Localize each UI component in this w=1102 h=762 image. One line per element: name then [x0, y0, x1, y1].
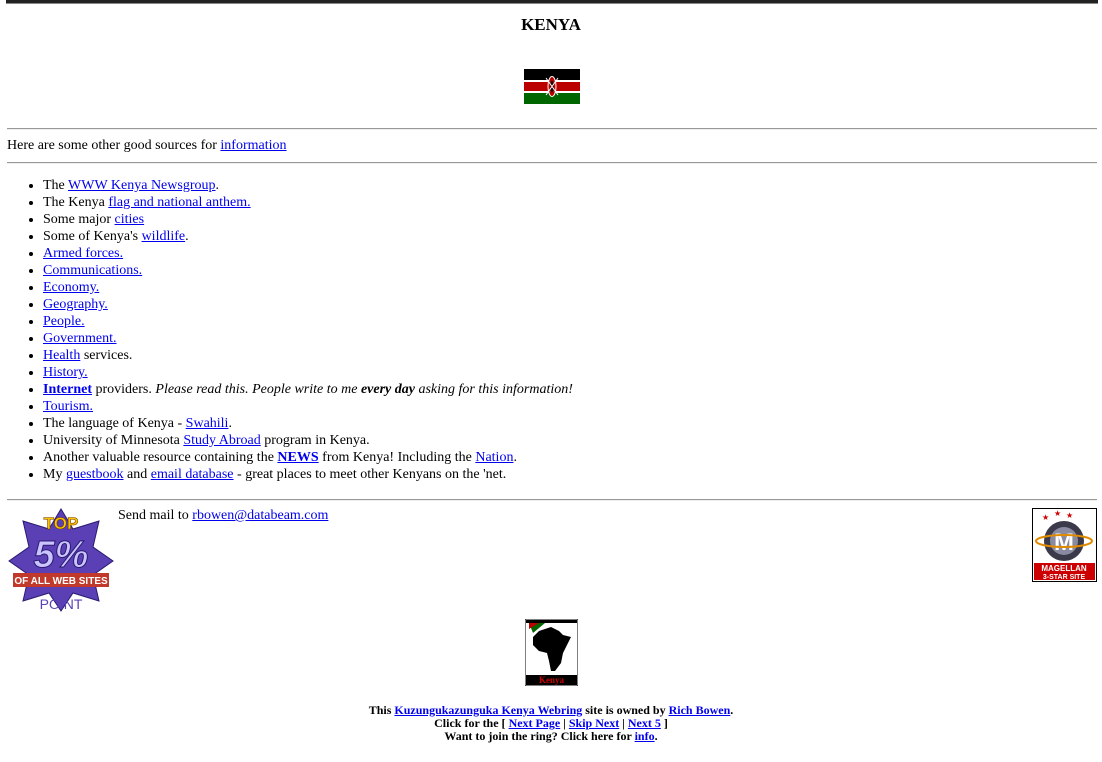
email-database-link[interactable]: email database [151, 467, 234, 482]
list-item: Health services. [43, 347, 573, 364]
next-5-link[interactable]: Next 5 [628, 716, 661, 730]
list-item: The Kenya flag and national anthem. [43, 194, 573, 211]
magellan-award-badge[interactable]: M ★ ★ ★ MAGELLAN 3-STAR SITE [1032, 508, 1097, 582]
economy-link[interactable]: Economy. [43, 280, 99, 295]
communications-link[interactable]: Communications. [43, 263, 142, 278]
swahili-link[interactable]: Swahili [186, 416, 229, 431]
nation-link[interactable]: Nation [475, 450, 513, 465]
email-link[interactable]: rbowen@databeam.com [192, 508, 328, 523]
svg-text:M: M [1054, 529, 1074, 556]
newsgroup-link[interactable]: WWW Kenya Newsgroup [68, 178, 215, 193]
info-link[interactable]: info [635, 729, 655, 743]
list-item: University of Minnesota Study Abroad pro… [43, 432, 573, 449]
magellan-line1: MAGELLAN [1041, 564, 1087, 573]
government-link[interactable]: Government. [43, 331, 116, 346]
magellan-line2: 3-STAR SITE [1043, 574, 1086, 581]
divider [7, 499, 1097, 501]
list-item: Tourism. [43, 398, 573, 415]
top5-line1: TOP [44, 514, 79, 533]
africa-label: Kenya [539, 675, 565, 685]
webring-footer: This Kuzungukazunguka Kenya Webring site… [0, 704, 1102, 743]
next-page-link[interactable]: Next Page [509, 716, 561, 730]
list-item: Geography. [43, 296, 573, 313]
list-item: Government. [43, 330, 573, 347]
intro-text: Here are some other good sources for inf… [7, 138, 287, 153]
list-item: The WWW Kenya Newsgroup. [43, 177, 573, 194]
flag-anthem-link[interactable]: flag and national anthem. [108, 195, 250, 210]
page-title: KENYA [521, 15, 581, 34]
top-divider-bar [6, 0, 1098, 4]
geography-link[interactable]: Geography. [43, 297, 108, 312]
cities-link[interactable]: cities [115, 212, 145, 227]
armed-forces-link[interactable]: Armed forces. [43, 246, 123, 261]
owner-link[interactable]: Rich Bowen [669, 703, 731, 717]
kenya-flag-image [524, 69, 580, 104]
list-item: Armed forces. [43, 245, 573, 262]
top5-line2: 5% [34, 534, 89, 576]
list-item: Internet providers. Please read this. Pe… [43, 381, 573, 398]
top5-award-badge[interactable]: TOP 5% OF ALL WEB SITES POINT [7, 507, 115, 613]
divider [7, 162, 1097, 164]
news-link[interactable]: NEWS [277, 450, 318, 465]
top5-line4: POINT [40, 596, 83, 612]
list-item: The language of Kenya - Swahili. [43, 415, 573, 432]
list-item: Communications. [43, 262, 573, 279]
history-link[interactable]: History. [43, 365, 88, 380]
list-item: My guestbook and email database - great … [43, 466, 573, 483]
wildlife-link[interactable]: wildlife [142, 229, 186, 244]
internet-link[interactable]: Internet [43, 382, 92, 397]
svg-text:★: ★ [1054, 509, 1061, 518]
health-link[interactable]: Health [43, 348, 80, 363]
guestbook-link[interactable]: guestbook [66, 467, 124, 482]
list-item: History. [43, 364, 573, 381]
africa-webring-logo[interactable]: Kenya [525, 619, 578, 686]
list-item: People. [43, 313, 573, 330]
contact-line: Send mail to rbowen@databeam.com [118, 508, 329, 523]
list-item: Some of Kenya's wildlife. [43, 228, 573, 245]
list-item: Another valuable resource containing the… [43, 449, 573, 466]
divider [7, 128, 1097, 130]
webring-line-3: Want to join the ring? Click here for in… [444, 729, 658, 743]
top5-line3: OF ALL WEB SITES [14, 576, 108, 587]
tourism-link[interactable]: Tourism. [43, 399, 93, 414]
webring-link[interactable]: Kuzungukazunguka Kenya Webring [394, 703, 582, 717]
list-item: Some major cities [43, 211, 573, 228]
sources-list: The WWW Kenya Newsgroup. The Kenya flag … [7, 177, 573, 483]
information-link[interactable]: information [220, 138, 286, 153]
study-abroad-link[interactable]: Study Abroad [183, 433, 260, 448]
svg-text:★: ★ [1066, 511, 1073, 520]
people-link[interactable]: People. [43, 314, 85, 329]
list-item: Economy. [43, 279, 573, 296]
skip-next-link[interactable]: Skip Next [569, 716, 619, 730]
svg-text:★: ★ [1042, 513, 1049, 522]
